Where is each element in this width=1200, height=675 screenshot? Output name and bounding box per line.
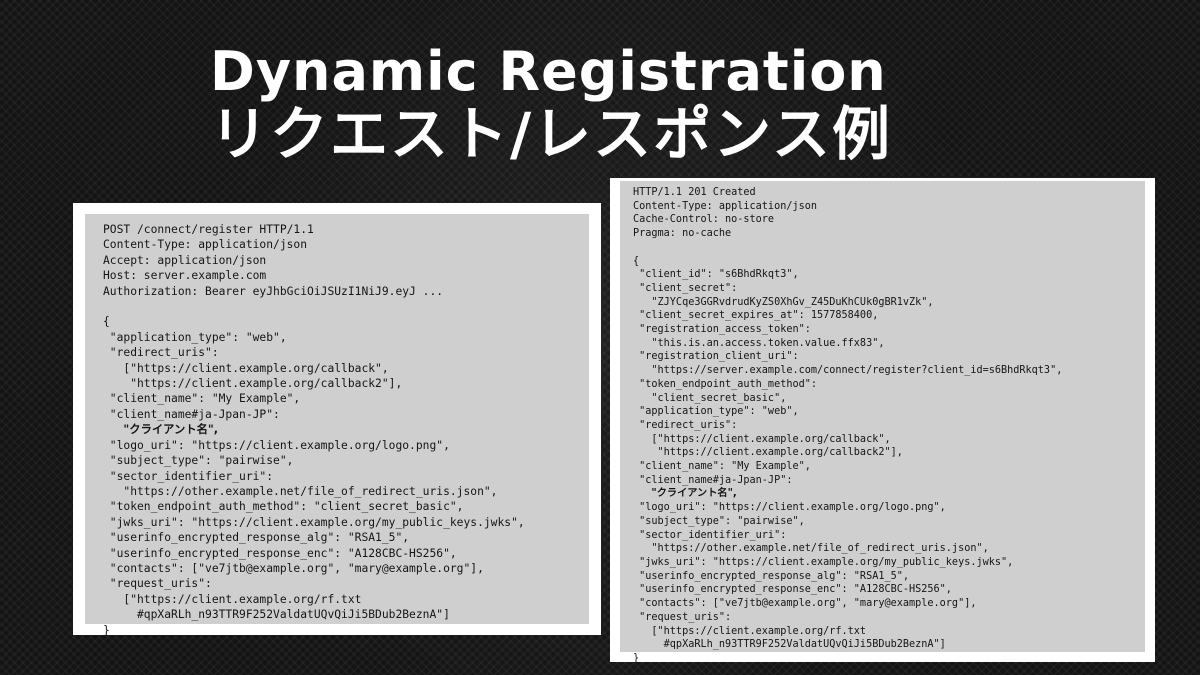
response-code-block: HTTP/1.1 201 Created Content-Type: appli… [633,186,1062,666]
response-client-name-ja: "クライアント名", [651,488,737,500]
slide-title: Dynamic Registration リクエスト/レスポンス例 [210,40,893,169]
response-code-background: HTTP/1.1 201 Created Content-Type: appli… [620,181,1145,664]
slide-title-line1: Dynamic Registration [210,40,887,103]
request-client-name-ja: "クライアント名", [123,423,219,437]
response-code-part2: "logo_uri": "https://client.example.org/… [633,502,1014,664]
request-code-part2: "logo_uri": "https://client.example.org/… [103,438,525,637]
request-code-part1: POST /connect/register HTTP/1.1 Content-… [103,223,444,421]
slide-title-line2: リクエスト/レスポンス例 [210,100,893,169]
request-example-panel: POST /connect/register HTTP/1.1 Content-… [73,203,601,637]
request-code-background: POST /connect/register HTTP/1.1 Content-… [85,214,589,637]
request-code-block: POST /connect/register HTTP/1.1 Content-… [103,222,525,638]
response-code-part1: HTTP/1.1 201 Created Content-Type: appli… [633,187,1063,486]
response-example-panel: HTTP/1.1 201 Created Content-Type: appli… [610,178,1155,664]
